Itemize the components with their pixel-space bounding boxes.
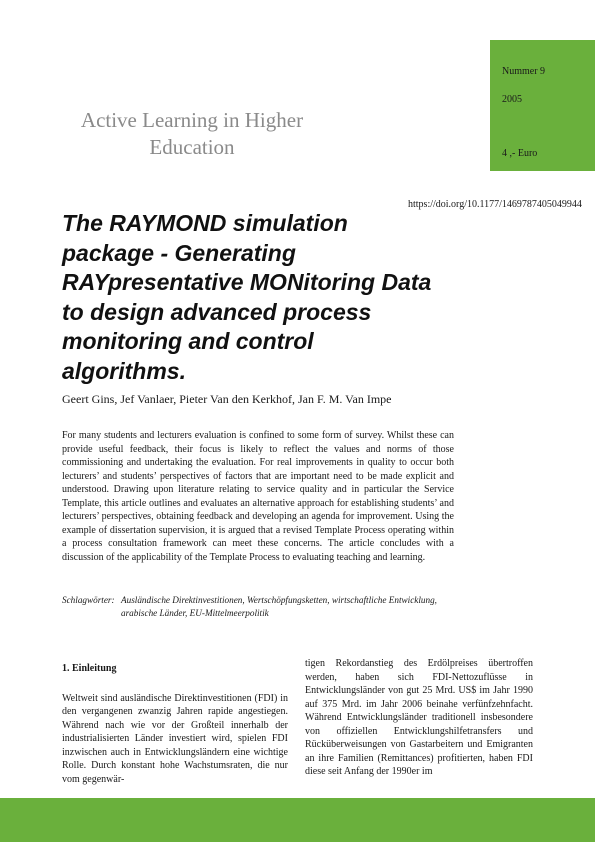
- doi-link[interactable]: https://doi.org/10.1177/1469787405049944: [408, 199, 582, 210]
- keywords-label: Schlagwörter:: [62, 595, 115, 605]
- right-paragraph: tigen Rekordanstieg des Erdölpreises übe…: [305, 658, 533, 777]
- section-heading: 1. Einleitung: [62, 663, 117, 674]
- article-title: The RAYMOND simulation package - Generat…: [62, 210, 432, 384]
- journal-title: Active Learning in Higher Education: [80, 108, 304, 159]
- keywords: Schlagwörter: Ausländische Direktinvesti…: [62, 594, 454, 619]
- issue-info-box: Nummer 9 2005 4 ,- Euro: [490, 40, 595, 171]
- abstract: For many students and lecturers evaluati…: [62, 430, 454, 563]
- left-column: 1. Einleitung Weltweit sind ausländische…: [62, 658, 288, 786]
- issue-price: 4 ,- Euro: [502, 148, 538, 159]
- left-paragraph: Weltweit sind ausländische Direktinvesti…: [62, 692, 288, 785]
- author-list: Geert Gins, Jef Vanlaer, Pieter Van den …: [62, 392, 392, 406]
- keywords-text: Ausländische Direktinvestitionen, Wertsc…: [121, 595, 437, 618]
- footer-bar: [0, 798, 595, 842]
- issue-number: Nummer 9: [502, 66, 546, 77]
- issue-year: 2005: [502, 94, 522, 105]
